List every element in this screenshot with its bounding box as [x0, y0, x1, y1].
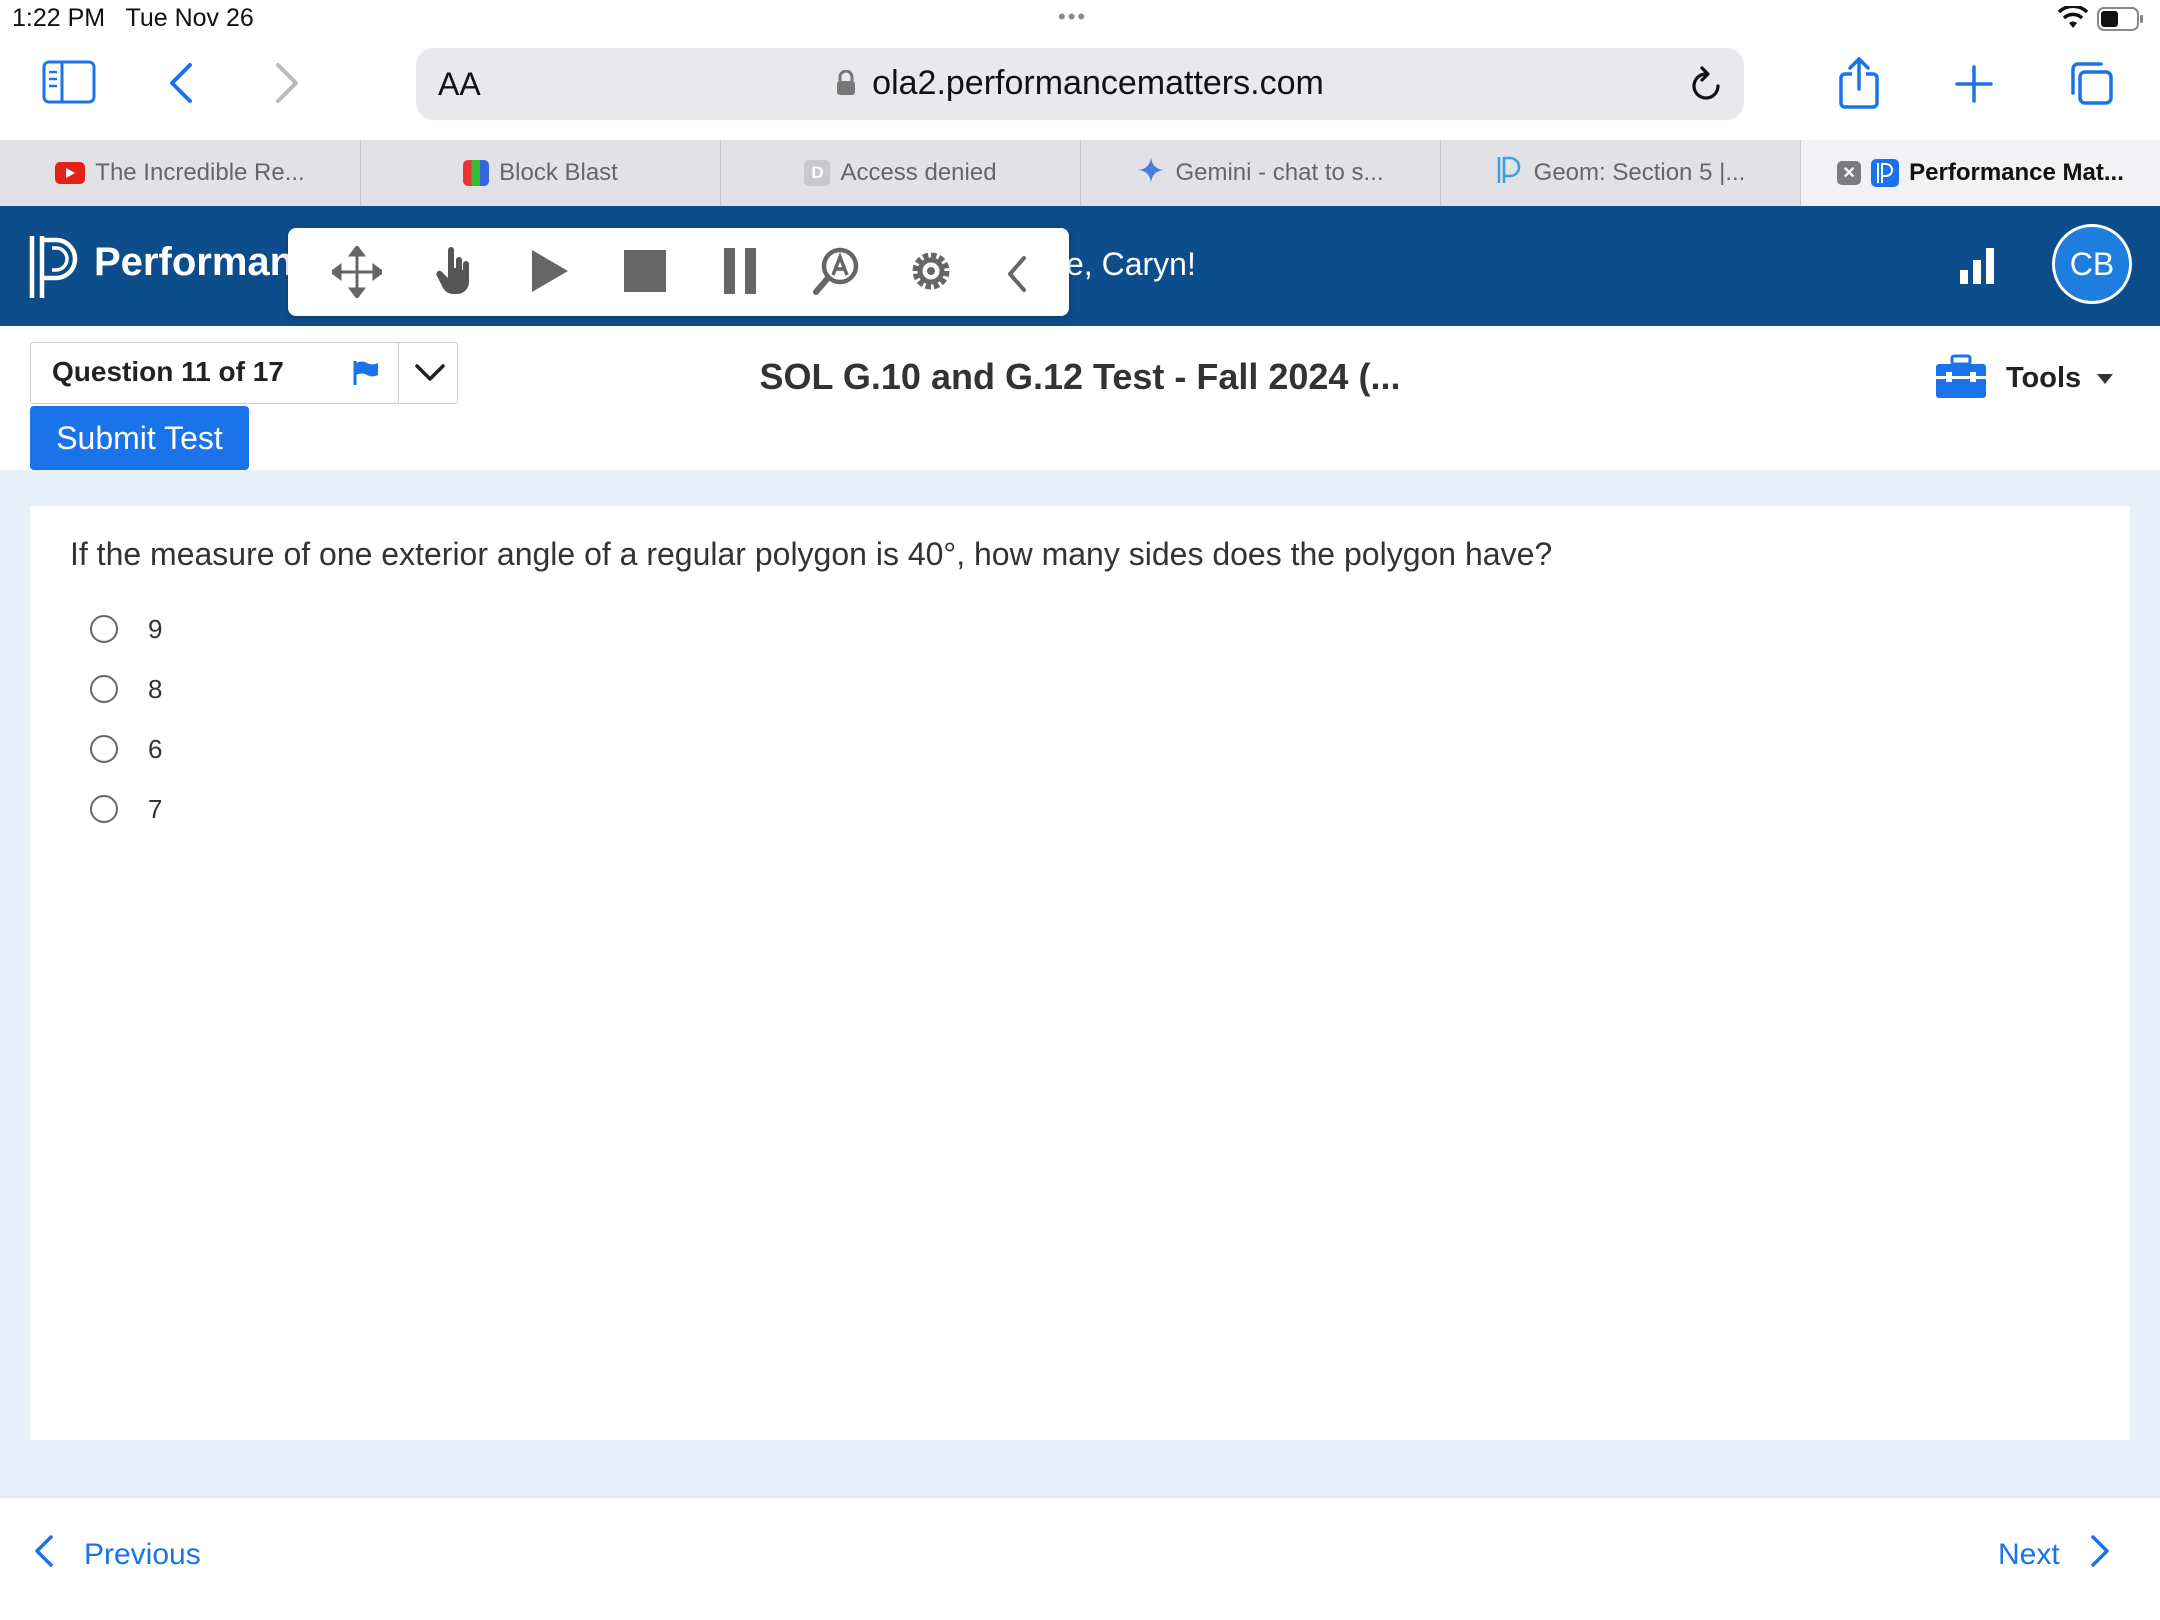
caret-down-icon[interactable]	[2096, 372, 2114, 390]
tab-incredible[interactable]: The Incredible Re...	[0, 140, 361, 206]
question-card	[30, 506, 2130, 1440]
answer-option[interactable]: 6	[90, 727, 162, 771]
performance-matters-icon	[1871, 159, 1900, 187]
url-value: ola2.performancematters.com	[872, 64, 1324, 102]
tab-access-denied[interactable]: D Access denied	[721, 140, 1081, 206]
brand-name: Performan	[94, 240, 295, 284]
performance-matters-logo-icon	[28, 234, 82, 305]
answer-label: 9	[148, 613, 163, 644]
tab-label: Performance Mat...	[1909, 159, 2124, 186]
answer-label: 7	[148, 793, 163, 824]
tab-geom[interactable]: Geom: Section 5 |...	[1441, 140, 1801, 206]
tab-label: Access denied	[840, 159, 997, 186]
play-icon[interactable]	[530, 248, 570, 299]
pause-icon[interactable]	[722, 248, 758, 299]
answer-option[interactable]: 8	[90, 667, 162, 711]
status-time: 1:22 PM Tue Nov 26	[12, 4, 254, 32]
block-blast-icon	[463, 160, 490, 186]
youtube-icon	[55, 162, 86, 184]
radio-button[interactable]	[90, 675, 118, 703]
radio-button[interactable]	[90, 795, 118, 823]
user-avatar[interactable]: CB	[2052, 224, 2132, 304]
magnifier-a-icon[interactable]	[812, 246, 862, 301]
tab-overview-icon[interactable]	[2068, 60, 2114, 106]
wifi-icon	[2057, 4, 2089, 35]
question-text: If the measure of one exterior angle of …	[70, 536, 1553, 572]
test-title: SOL G.10 and G.12 Test - Fall 2024 (...	[759, 356, 1401, 397]
chevron-right-icon	[2090, 1534, 2110, 1576]
radio-button[interactable]	[90, 735, 118, 763]
chevron-left-icon[interactable]	[1004, 254, 1030, 299]
previous-label: Previous	[84, 1538, 201, 1571]
next-button[interactable]: Next	[1998, 1534, 2110, 1576]
multitask-dots[interactable]: •••	[1058, 4, 1087, 30]
next-label: Next	[1998, 1538, 2060, 1571]
answer-option[interactable]: 9	[90, 607, 162, 651]
footer-nav	[0, 1496, 2160, 1620]
url-text: ola2.performancematters.com	[0, 64, 2160, 103]
tab-label: Gemini - chat to s...	[1175, 159, 1384, 186]
performance-matters-icon	[1496, 155, 1524, 192]
stop-icon[interactable]	[624, 250, 666, 297]
previous-button[interactable]: Previous	[34, 1534, 201, 1576]
gemini-sparkle-icon	[1137, 156, 1165, 191]
close-tab-icon[interactable]: ✕	[1837, 161, 1862, 185]
share-icon[interactable]	[1838, 56, 1880, 110]
answer-label: 8	[148, 673, 163, 704]
tab-performance-matters[interactable]: ✕ Performance Mat...	[1801, 140, 2160, 206]
new-tab-icon[interactable]	[1954, 64, 1994, 104]
toolbox-icon[interactable]	[1934, 354, 1988, 405]
reload-icon[interactable]	[1688, 64, 1724, 109]
tab-label: Geom: Section 5 |...	[1533, 159, 1746, 186]
tools-label[interactable]: Tools	[2006, 362, 2081, 395]
radio-button[interactable]	[90, 615, 118, 643]
reports-bar-chart-icon[interactable]	[1958, 246, 1998, 291]
d-letter-icon: D	[804, 160, 831, 186]
gear-icon[interactable]	[908, 248, 954, 299]
hand-pointer-icon[interactable]	[434, 246, 472, 301]
welcome-greeting: e, Caryn!	[1066, 246, 1196, 282]
answer-label: 6	[148, 733, 163, 764]
battery-icon	[2097, 7, 2145, 36]
answer-option[interactable]: 7	[90, 787, 162, 831]
submit-test-button[interactable]: Submit Test	[30, 406, 249, 470]
tab-label: Block Blast	[499, 159, 618, 186]
tab-gemini[interactable]: Gemini - chat to s...	[1081, 140, 1441, 206]
tab-label: The Incredible Re...	[95, 159, 305, 186]
tab-block-blast[interactable]: Block Blast	[361, 140, 721, 206]
chevron-left-icon	[34, 1534, 54, 1576]
move-icon[interactable]	[329, 244, 385, 303]
